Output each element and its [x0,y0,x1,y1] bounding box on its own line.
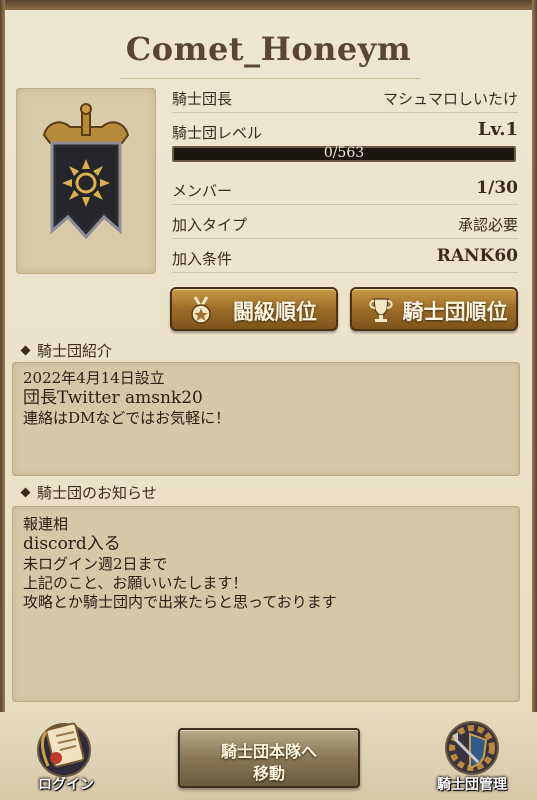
join-type-value: 承認必要 [457,216,518,234]
gear-shield-icon [445,721,499,775]
level-row: 騎士団レベル Lv.1 [172,118,518,144]
intro-panel: 2022年4月14日設立 団長Twitter amsnk20 連絡はDMなどでは… [12,362,520,476]
notice-line: 攻略とか騎士団内で出来たらと思っております [23,593,337,611]
leader-row: 騎士団長 マシュマロしいたけ [172,84,518,113]
battle-rank-button[interactable]: 闘級順位 [170,287,338,331]
members-value: 1/30 [476,178,518,198]
exp-bar: 0/563 [172,145,516,162]
intro-line: 連絡はDMなどではお気軽に！ [23,409,231,427]
right-frame [532,0,537,800]
notice-line: 上記のこと、お願いいたします！ [23,574,248,592]
medal-icon [191,296,211,324]
battle-rank-label: 闘級順位 [233,299,317,324]
login-button[interactable]: ログイン [18,712,114,798]
guild-name: Comet_Honeym [125,30,412,68]
left-frame [0,0,5,800]
notice-line: 報連相 [23,515,69,533]
intro-heading: 騎士団紹介 [20,340,113,361]
guild-rank-button[interactable]: 騎士団順位 [350,287,518,331]
notice-heading: 騎士団のお知らせ [20,482,157,503]
members-label: メンバー [172,182,233,200]
guild-detail-screen: Comet_Honeym 騎士団長 マシュマロしいたけ 騎士団レベル Lv.1 … [0,0,537,800]
move-label-line1: 騎士団本隊へ [220,742,317,761]
guild-emblem-frame [16,88,156,274]
members-row: メンバー 1/30 [172,176,518,205]
join-condition-row: 加入条件 RANK60 [172,244,518,273]
notice-heading-text: 騎士団のお知らせ [37,484,157,502]
intro-line: 団長Twitter amsnk20 [23,388,203,408]
leader-value: マシュマロしいたけ [382,90,518,108]
notice-line: discord入る [23,534,121,554]
diamond-bullet-icon [20,487,31,498]
scroll-quill-icon [37,722,91,777]
intro-heading-text: 騎士団紹介 [37,342,113,360]
guild-rank-label: 騎士団順位 [402,299,508,324]
title-divider [120,78,420,79]
join-condition-label: 加入条件 [172,250,233,268]
trophy-icon [369,298,393,322]
join-type-label: 加入タイプ [172,216,248,234]
notice-panel: 報連相 discord入る 未ログイン週2日まで 上記のこと、お願いいたします！… [12,506,520,702]
banner-sun-emblem-icon [42,103,130,240]
intro-line: 2022年4月14日設立 [23,369,165,387]
guild-manage-label: 騎士団管理 [437,777,507,793]
notice-line: 未ログイン週2日まで [23,555,168,573]
level-value: Lv.1 [477,119,518,140]
join-type-row: 加入タイプ 承認必要 [172,210,518,239]
level-label: 騎士団レベル [172,124,263,142]
diamond-bullet-icon [20,345,31,356]
login-label: ログイン [38,777,94,793]
exp-text: 0/563 [323,145,365,161]
leader-label: 騎士団長 [172,90,233,108]
join-condition-value: RANK60 [436,246,518,266]
move-label-line2: 移動 [252,764,285,783]
guild-manage-button[interactable]: 騎士団管理 [424,712,520,798]
top-frame [0,0,537,10]
move-to-main-guild-button[interactable]: 騎士団本隊へ 移動 [178,728,360,788]
